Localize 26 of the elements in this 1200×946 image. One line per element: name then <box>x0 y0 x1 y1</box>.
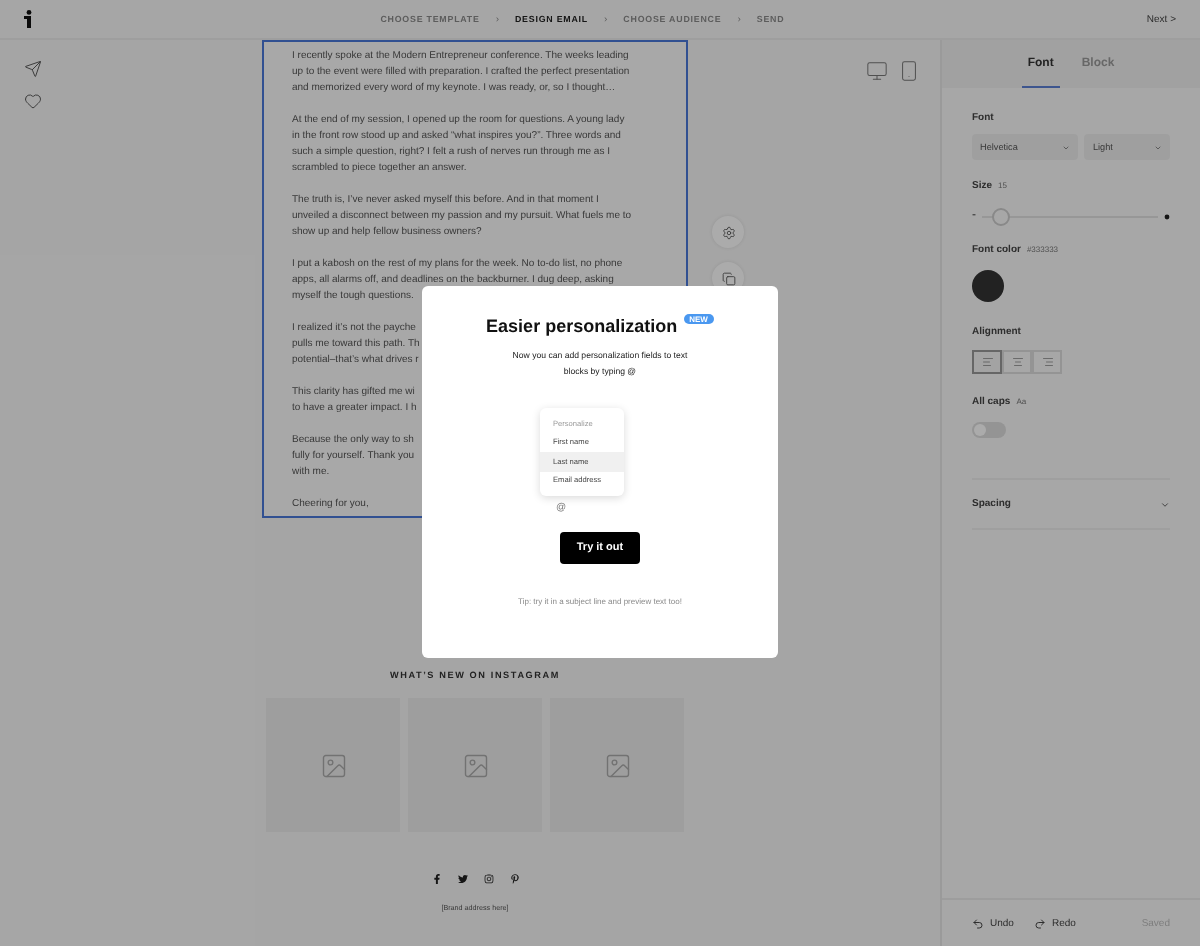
color-swatch[interactable] <box>972 270 1004 302</box>
logo-icon[interactable] <box>24 10 34 28</box>
copy-icon <box>721 271 735 285</box>
redo-icon <box>1033 917 1046 929</box>
settings-button[interactable] <box>712 216 744 248</box>
instagram-icon[interactable] <box>483 874 493 884</box>
align-button[interactable] <box>972 350 1002 374</box>
heart-icon[interactable] <box>24 92 42 110</box>
settings-icon <box>721 225 735 239</box>
twitter-icon[interactable] <box>457 874 467 884</box>
facebook-icon[interactable] <box>431 874 441 884</box>
align-center-icon <box>1011 356 1023 368</box>
send-icon[interactable] <box>24 60 42 78</box>
modal-title: Easier personalization <box>486 316 678 336</box>
undo-icon <box>972 917 984 929</box>
image-icon <box>319 751 347 779</box>
desktop-icon[interactable] <box>866 60 888 82</box>
mobile-icon[interactable] <box>898 60 920 82</box>
align-left-icon <box>981 356 993 368</box>
pinterest-icon[interactable] <box>509 874 519 884</box>
align-right-icon <box>1041 356 1053 368</box>
image-icon <box>461 751 489 779</box>
chevron-down-icon <box>1160 499 1170 509</box>
image-icon <box>603 751 631 779</box>
dot-icon <box>1164 213 1170 219</box>
slider-thumb[interactable] <box>991 207 1010 225</box>
